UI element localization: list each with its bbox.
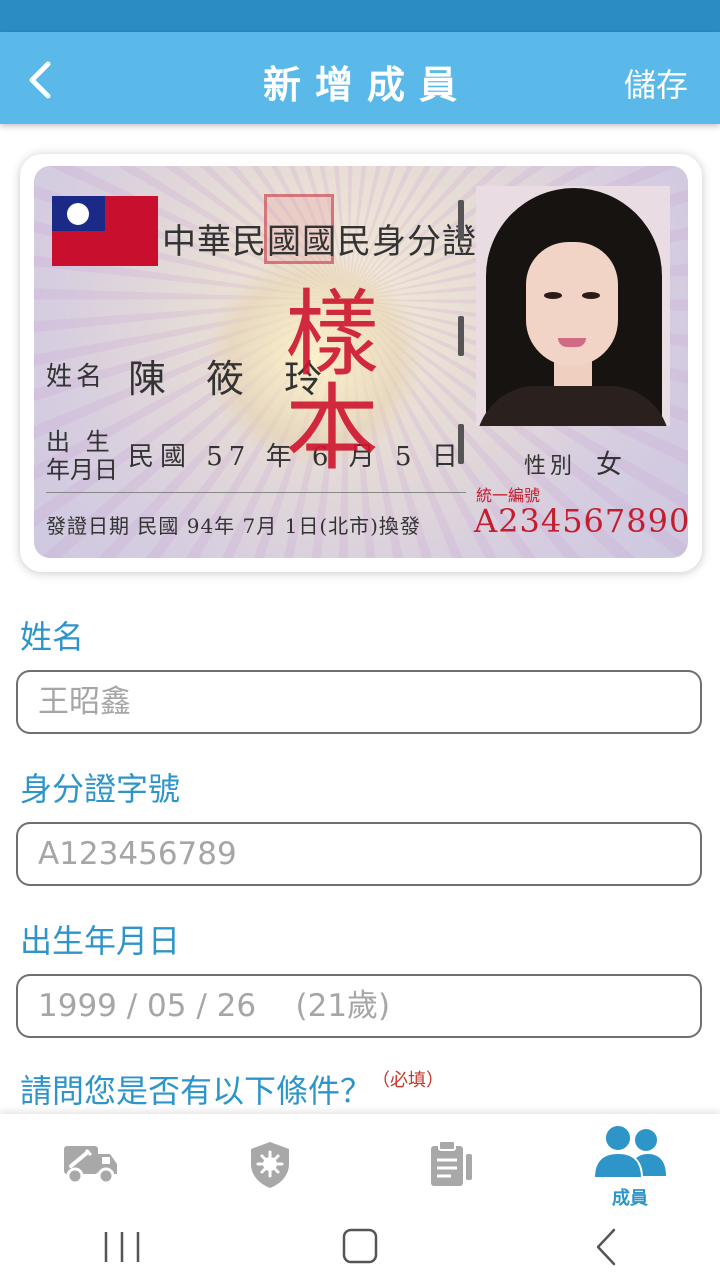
system-navigation-bar <box>0 1214 720 1280</box>
name-input[interactable]: 王昭鑫 <box>16 670 702 734</box>
birthdate-label: 出生年月日 <box>20 922 181 960</box>
flag-icon <box>52 196 158 266</box>
nav-vaccine[interactable] <box>0 1114 180 1214</box>
system-back-icon[interactable] <box>594 1228 618 1266</box>
sample-watermark: 樣本 <box>269 284 378 472</box>
vaccine-truck-icon <box>64 1146 117 1185</box>
shield-virus-icon <box>251 1142 289 1188</box>
bottom-nav: 成員 <box>0 1114 720 1214</box>
id-card-image: 中華民國國民身分證 姓名 陳筱玲 出 生 年月日 民國 57 年 6 月 5 日… <box>34 166 688 558</box>
nav-protection[interactable] <box>180 1114 360 1214</box>
conditions-question: 請問您是否有以下條件？（必填） <box>20 1066 444 1112</box>
required-mark: （必填） <box>372 1070 445 1091</box>
clipboard-icon <box>431 1140 472 1186</box>
app-header: 新增成員 儲存 <box>0 32 720 124</box>
home-icon[interactable] <box>342 1228 378 1264</box>
birthdate-input[interactable]: 1999 / 05 / 26 (21歲) <box>16 974 702 1038</box>
nav-members-label: 成員 <box>612 1188 648 1209</box>
nav-records[interactable] <box>360 1114 540 1214</box>
name-label: 姓名 <box>20 618 85 656</box>
id-number-label: 身分證字號 <box>20 770 181 808</box>
recent-apps-icon[interactable] <box>102 1230 142 1264</box>
page-title: 新增成員 <box>262 63 471 107</box>
card-divider <box>46 492 466 493</box>
card-uid-value: A234567890 <box>474 502 688 540</box>
status-bar <box>0 0 720 32</box>
nav-members[interactable]: 成員 <box>540 1114 720 1214</box>
card-issue-text: 發證日期 民國 94年 7月 1日(北市)換發 <box>46 514 421 538</box>
card-sex-label: 性別 <box>524 454 577 479</box>
card-birth-label-2: 年月日 <box>46 456 118 484</box>
card-name-label: 姓名 <box>46 362 107 392</box>
card-sex-value: 女 <box>596 450 623 480</box>
save-button[interactable]: 儲存 <box>624 60 688 106</box>
id-card-title: 中華民國國民身分證 <box>162 222 477 262</box>
conditions-question-text: 請問您是否有以下條件？ <box>20 1072 373 1110</box>
id-card-preview: 中華民國國民身分證 姓名 陳筱玲 出 生 年月日 民國 57 年 6 月 5 日… <box>20 154 702 572</box>
portrait-photo <box>476 186 670 426</box>
users-icon <box>592 1124 666 1179</box>
id-number-input[interactable]: A123456789 <box>16 822 702 886</box>
